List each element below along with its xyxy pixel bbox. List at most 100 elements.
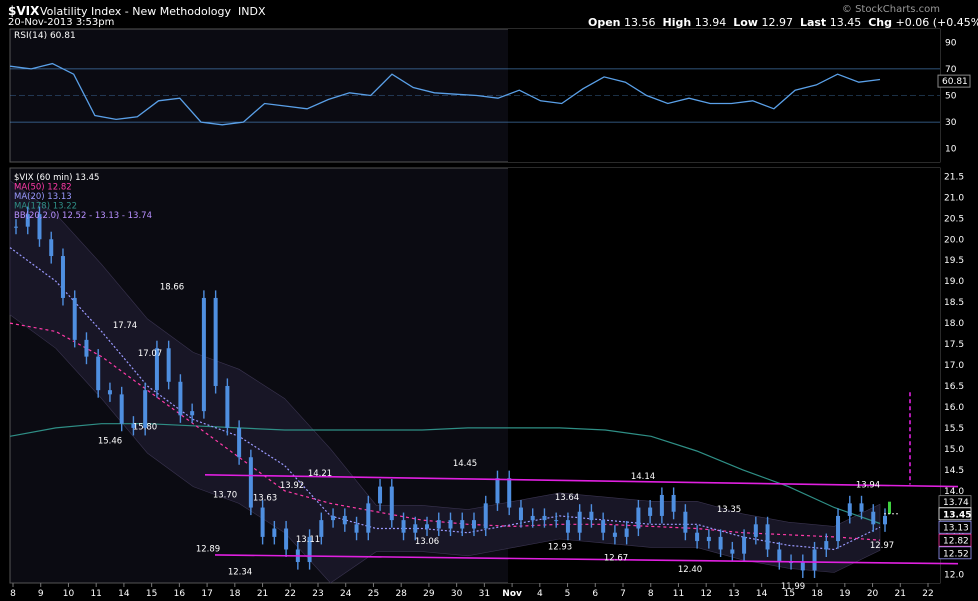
- price-candle: [413, 524, 418, 533]
- y-tick-label: 19.5: [944, 256, 964, 266]
- price-annotation: 13.11: [296, 535, 320, 545]
- y-tick-label: 19.0: [944, 277, 964, 287]
- x-tick-label: 5: [565, 589, 571, 599]
- price-candle: [237, 427, 242, 458]
- price-annotation: 12.34: [228, 567, 252, 577]
- price-candle: [378, 486, 383, 504]
- price-annotation: 12.40: [678, 565, 702, 575]
- legend-ma178: MA(178) 13.22: [14, 202, 77, 212]
- price-candle: [272, 528, 277, 537]
- price-annotation: 12.89: [196, 544, 220, 554]
- price-annotation: 12.93: [548, 543, 572, 553]
- x-tick-label: 21: [895, 589, 906, 599]
- right-label-ma20: 13.13: [943, 524, 969, 534]
- right-label-bb_lower: 12.52: [943, 549, 969, 559]
- price-annotation: 17.74: [113, 321, 137, 331]
- price-annotation: 14.14: [631, 472, 655, 482]
- price-candle: [589, 511, 594, 521]
- price-candle: [284, 528, 289, 550]
- price-candle: [260, 507, 265, 537]
- y-tick-label: 17.5: [944, 340, 964, 350]
- x-tick-label: 31: [479, 589, 490, 599]
- rsi-tick-label: 30: [945, 118, 957, 128]
- price-candle: [695, 532, 700, 542]
- legend-bb: BB(20,2.0) 12.52 - 13.13 - 13.74: [14, 211, 152, 221]
- x-tick-label: 21: [257, 589, 268, 599]
- y-tick-label: 18.5: [944, 298, 964, 308]
- y-tick-label: 20.0: [944, 235, 964, 245]
- x-tick-label: 12: [700, 589, 711, 599]
- x-tick-label: 18: [229, 589, 241, 599]
- y-tick-label: 17.0: [944, 361, 964, 371]
- price-annotation: 13.63: [253, 493, 277, 503]
- price-candle: [812, 549, 817, 571]
- price-candle: [213, 297, 218, 386]
- price-candle: [495, 478, 500, 504]
- x-tick-label: 20: [867, 589, 879, 599]
- price-candle: [225, 385, 230, 428]
- y-tick-label: 18.0: [944, 319, 964, 329]
- x-tick-label: 11: [90, 589, 101, 599]
- price-candle: [800, 562, 805, 571]
- y-tick-label: 16.5: [944, 382, 964, 392]
- price-candle: [683, 511, 688, 533]
- x-tick-label: 8: [648, 589, 654, 599]
- price-candle: [483, 503, 488, 529]
- price-annotation: 13.92: [280, 481, 304, 491]
- price-candle: [577, 511, 582, 533]
- price-annotation: 14.45: [453, 459, 477, 469]
- x-tick-label: 13: [728, 589, 739, 599]
- x-tick-label: 6: [592, 589, 598, 599]
- price-candle: [542, 515, 547, 521]
- price-candle: [354, 524, 359, 533]
- y-tick-label: 12.0: [944, 571, 964, 581]
- x-tick-label: 19: [839, 589, 851, 599]
- last-price-bar: [888, 501, 891, 514]
- rsi-tick-label: 10: [945, 145, 957, 155]
- price-candle: [601, 520, 606, 533]
- price-candle: [471, 520, 476, 529]
- price-annotation: 15.80: [133, 422, 157, 432]
- price-candle: [401, 520, 406, 533]
- x-tick-label: 23: [312, 589, 323, 599]
- price-candle: [425, 524, 430, 529]
- y-tick-label: 20.5: [944, 214, 964, 224]
- legend-main: $VIX (60 min) 13.45: [14, 173, 99, 183]
- x-tick-label: 25: [368, 589, 379, 599]
- price-candle: [366, 503, 371, 533]
- y-tick-label: 16.0: [944, 403, 964, 413]
- price-candle: [72, 297, 77, 340]
- rsi-tick-label: 70: [945, 65, 957, 75]
- price-candle: [554, 520, 559, 522]
- price-candle: [119, 394, 124, 424]
- rsi-tick-label: 50: [945, 92, 957, 102]
- x-tick-label: 18: [811, 589, 823, 599]
- price-candle: [718, 536, 723, 550]
- y-tick-label: 15.0: [944, 445, 964, 455]
- price-annotation: 13.64: [555, 493, 579, 503]
- price-candle: [742, 536, 747, 554]
- price-candle: [178, 381, 183, 416]
- x-tick-label: 9: [38, 589, 44, 599]
- x-tick-label: 4: [537, 589, 543, 599]
- price-candle: [460, 520, 465, 529]
- price-candle: [14, 226, 18, 228]
- price-candle: [777, 549, 782, 563]
- price-candle: [331, 515, 336, 521]
- price-candle: [436, 520, 441, 529]
- price-candle: [648, 507, 653, 516]
- x-tick-label: 24: [340, 589, 352, 599]
- x-tick-label: 16: [174, 589, 186, 599]
- price-candle: [49, 239, 54, 257]
- price-candle: [84, 339, 89, 357]
- price-candle: [389, 486, 394, 521]
- y-tick-label: 21.0: [944, 193, 964, 203]
- rsi-tick-label: 90: [945, 38, 957, 48]
- x-tick-label: 28: [395, 589, 407, 599]
- rsi-legend: RSI(14) 60.81: [14, 31, 76, 41]
- price-annotation: 13.06: [415, 537, 439, 547]
- price-candle: [565, 520, 570, 533]
- x-tick-label: 11: [673, 589, 684, 599]
- right-label-last: 13.45: [943, 510, 971, 520]
- price-candle: [96, 356, 101, 391]
